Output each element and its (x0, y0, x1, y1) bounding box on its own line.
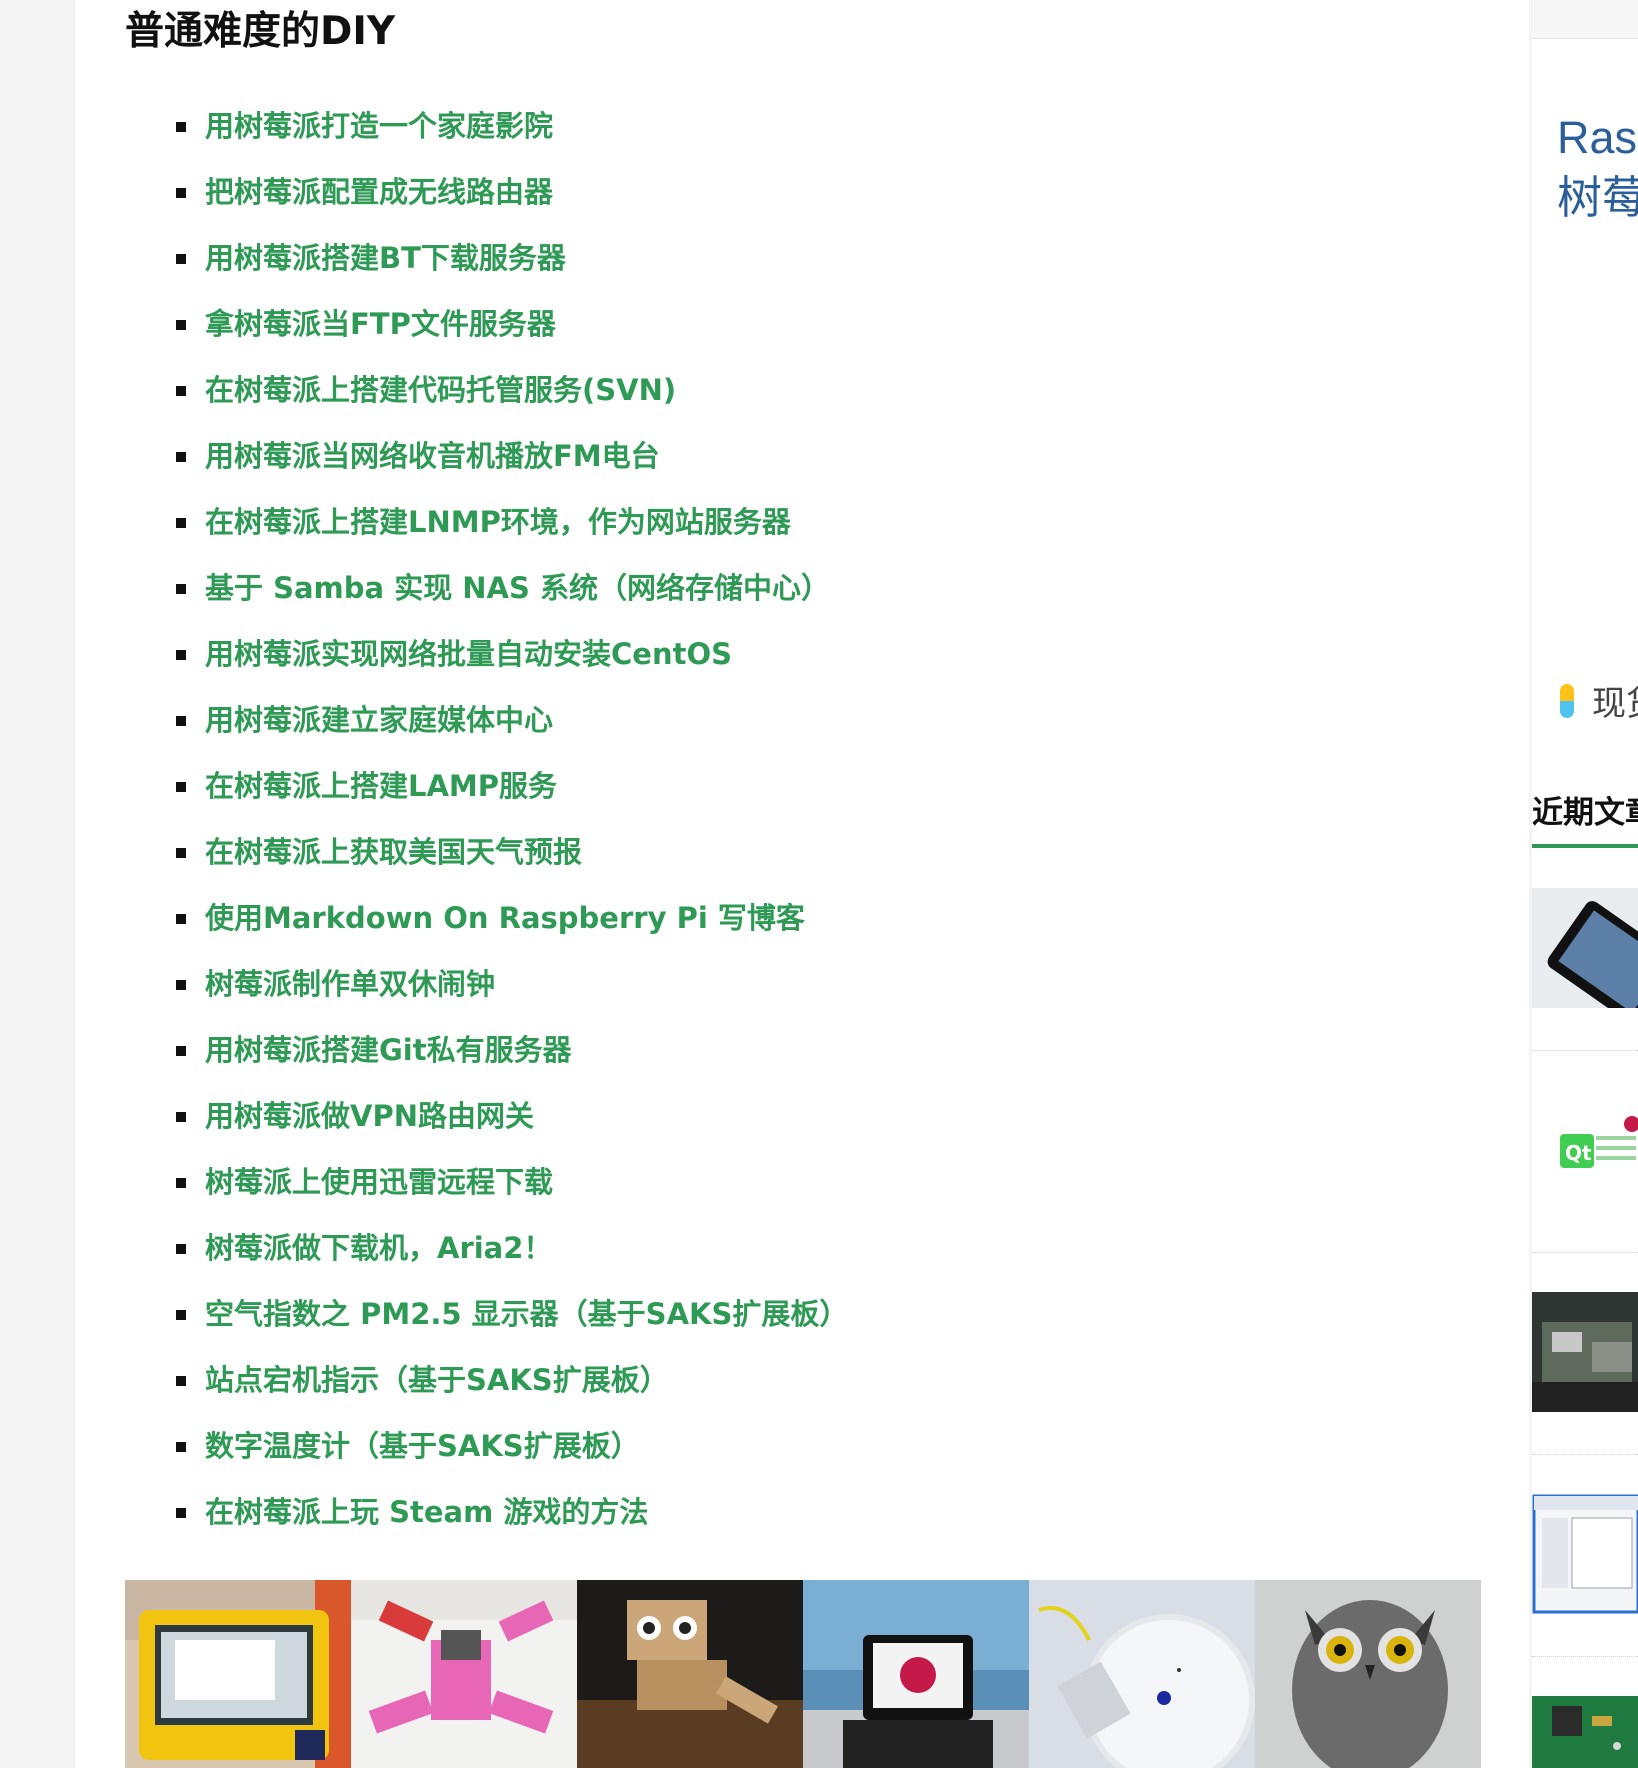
bullet-icon (176, 848, 186, 858)
diy-article-link[interactable]: 在树莓派上搭建代码托管服务(SVN) (205, 373, 676, 407)
bullet-icon (176, 716, 186, 726)
list-item: 站点宕机指示（基于SAKS扩展板） (176, 1356, 848, 1422)
recent-post-thumb-boards[interactable] (1532, 1292, 1638, 1412)
list-item: 把树莓派配置成无线路由器 (176, 168, 848, 234)
main-content: 普通难度的DIY 用树莓派打造一个家庭影院 把树莓派配置成无线路由器 用树莓派搭建B… (74, 0, 1529, 1768)
gallery-thumb-robot-cat[interactable] (577, 1580, 803, 1768)
list-item: 使用Markdown On Raspberry Pi 写博客 (176, 894, 848, 960)
list-item: 用树莓派搭建Git私有服务器 (176, 1026, 848, 1092)
diy-article-link[interactable]: 在树莓派上获取美国天气预报 (205, 835, 582, 869)
bullet-icon (176, 1244, 186, 1254)
list-item: 在树莓派上搭建代码托管服务(SVN) (176, 366, 848, 432)
diy-article-link[interactable]: 用树莓派做VPN路由网关 (205, 1099, 534, 1133)
diy-article-link[interactable]: 把树莓派配置成无线路由器 (205, 175, 553, 209)
list-item: 拿树莓派当FTP文件服务器 (176, 300, 848, 366)
list-item: 用树莓派打造一个家庭影院 (176, 102, 848, 168)
list-item: 用树莓派建立家庭媒体中心 (176, 696, 848, 762)
divider (1532, 1050, 1638, 1051)
diy-article-link[interactable]: 用树莓派建立家庭媒体中心 (205, 703, 553, 737)
svg-text:Qt: Qt (1565, 1141, 1592, 1165)
diy-article-link[interactable]: 在树莓派上搭建LNMP环境，作为网站服务器 (205, 505, 791, 539)
bullet-icon (176, 518, 186, 528)
list-item: 在树莓派上玩 Steam 游戏的方法 (176, 1488, 848, 1554)
list-item: 在树莓派上获取美国天气预报 (176, 828, 848, 894)
list-item: 空气指数之 PM2.5 显示器（基于SAKS扩展板） (176, 1290, 848, 1356)
list-item: 基于 Samba 实现 NAS 系统（网络存储中心） (176, 564, 848, 630)
sidebar-search-box[interactable] (1532, 0, 1638, 39)
recent-post-thumb-qt[interactable]: Qt (1532, 1090, 1638, 1210)
project-gallery (125, 1580, 1481, 1768)
bullet-icon (176, 1508, 186, 1518)
recent-post-thumb-tablet[interactable] (1532, 888, 1638, 1008)
stock-label: 现货 (1592, 685, 1638, 723)
list-item: 树莓派上使用迅雷远程下载 (176, 1158, 848, 1224)
list-item: 树莓派制作单双休闹钟 (176, 960, 848, 1026)
diy-article-link[interactable]: 在树莓派上玩 Steam 游戏的方法 (205, 1495, 648, 1529)
bullet-icon (176, 1376, 186, 1386)
diy-article-link[interactable]: 用树莓派搭建Git私有服务器 (205, 1033, 572, 1067)
divider (1532, 1252, 1638, 1253)
promo-title-line2: 树莓 (1557, 172, 1638, 223)
diy-article-link[interactable]: 使用Markdown On Raspberry Pi 写博客 (205, 901, 805, 935)
diy-article-link[interactable]: 在树莓派上搭建LAMP服务 (205, 769, 557, 803)
bullet-icon (176, 980, 186, 990)
bullet-icon (176, 650, 186, 660)
bullet-icon (176, 254, 186, 264)
diy-article-link[interactable]: 站点宕机指示（基于SAKS扩展板） (205, 1363, 669, 1397)
gallery-thumb-owl[interactable] (1255, 1580, 1481, 1768)
bullet-icon (176, 122, 186, 132)
recent-post-thumb-pcb[interactable] (1532, 1696, 1638, 1768)
diy-article-link[interactable]: 用树莓派搭建BT下载服务器 (205, 241, 566, 275)
diy-link-list: 用树莓派打造一个家庭影院 把树莓派配置成无线路由器 用树莓派搭建BT下载服务器 拿树莓… (176, 102, 848, 1554)
bullet-icon (176, 188, 186, 198)
bullet-icon (176, 1442, 186, 1452)
diy-article-link[interactable]: 用树莓派打造一个家庭影院 (205, 109, 553, 143)
diy-article-link[interactable]: 基于 Samba 实现 NAS 系统（网络存储中心） (205, 571, 830, 605)
list-item: 在树莓派上搭建LAMP服务 (176, 762, 848, 828)
list-item: 树莓派做下载机，Aria2！ (176, 1224, 848, 1290)
diy-article-link[interactable]: 空气指数之 PM2.5 显示器（基于SAKS扩展板） (205, 1297, 848, 1331)
diy-article-link[interactable]: 树莓派上使用迅雷远程下载 (205, 1165, 553, 1199)
bullet-icon (176, 320, 186, 330)
bullet-icon (176, 1178, 186, 1188)
gallery-thumb-robot-spider[interactable] (351, 1580, 577, 1768)
sidebar-promo-banner[interactable]: Ras 树莓 (1557, 108, 1638, 228)
list-item: 用树莓派搭建BT下载服务器 (176, 234, 848, 300)
gallery-thumb-laptop-pi[interactable] (803, 1580, 1029, 1768)
diy-article-link[interactable]: 树莓派制作单双休闹钟 (205, 967, 495, 1001)
bullet-icon (176, 1112, 186, 1122)
list-item: 用树莓派当网络收音机播放FM电台 (176, 432, 848, 498)
divider (1532, 1454, 1638, 1455)
list-item: 数字温度计（基于SAKS扩展板） (176, 1422, 848, 1488)
divider (1532, 1656, 1638, 1657)
bullet-icon (176, 782, 186, 792)
recent-post-thumb-screenshot[interactable] (1532, 1494, 1638, 1614)
sidebar: Ras 树莓 现货 近期文章 Qt (1532, 0, 1638, 1768)
list-item: 用树莓派做VPN路由网关 (176, 1092, 848, 1158)
diy-article-link[interactable]: 用树莓派实现网络批量自动安装CentOS (205, 637, 732, 671)
capsule-icon (1560, 683, 1574, 718)
bullet-icon (176, 1310, 186, 1320)
gallery-thumb-tablet[interactable] (125, 1580, 351, 1768)
diy-article-link[interactable]: 数字温度计（基于SAKS扩展板） (205, 1429, 640, 1463)
bullet-icon (176, 1046, 186, 1056)
list-item: 在树莓派上搭建LNMP环境，作为网站服务器 (176, 498, 848, 564)
gallery-thumb-camera-device[interactable] (1029, 1580, 1255, 1768)
list-item: 用树莓派实现网络批量自动安装CentOS (176, 630, 848, 696)
bullet-icon (176, 386, 186, 396)
diy-article-link[interactable]: 拿树莓派当FTP文件服务器 (205, 307, 556, 341)
recent-posts-heading: 近期文章 (1532, 788, 1638, 848)
diy-article-link[interactable]: 树莓派做下载机，Aria2！ (205, 1231, 552, 1265)
recent-posts-title: 近期文章 (1532, 795, 1638, 830)
promo-title-line1: Ras (1557, 112, 1638, 163)
diy-article-link[interactable]: 用树莓派当网络收音机播放FM电台 (205, 439, 660, 473)
section-title: 普通难度的DIY (125, 9, 396, 54)
bullet-icon (176, 584, 186, 594)
sidebar-stock-link[interactable]: 现货 (1560, 676, 1638, 725)
bullet-icon (176, 452, 186, 462)
bullet-icon (176, 914, 186, 924)
